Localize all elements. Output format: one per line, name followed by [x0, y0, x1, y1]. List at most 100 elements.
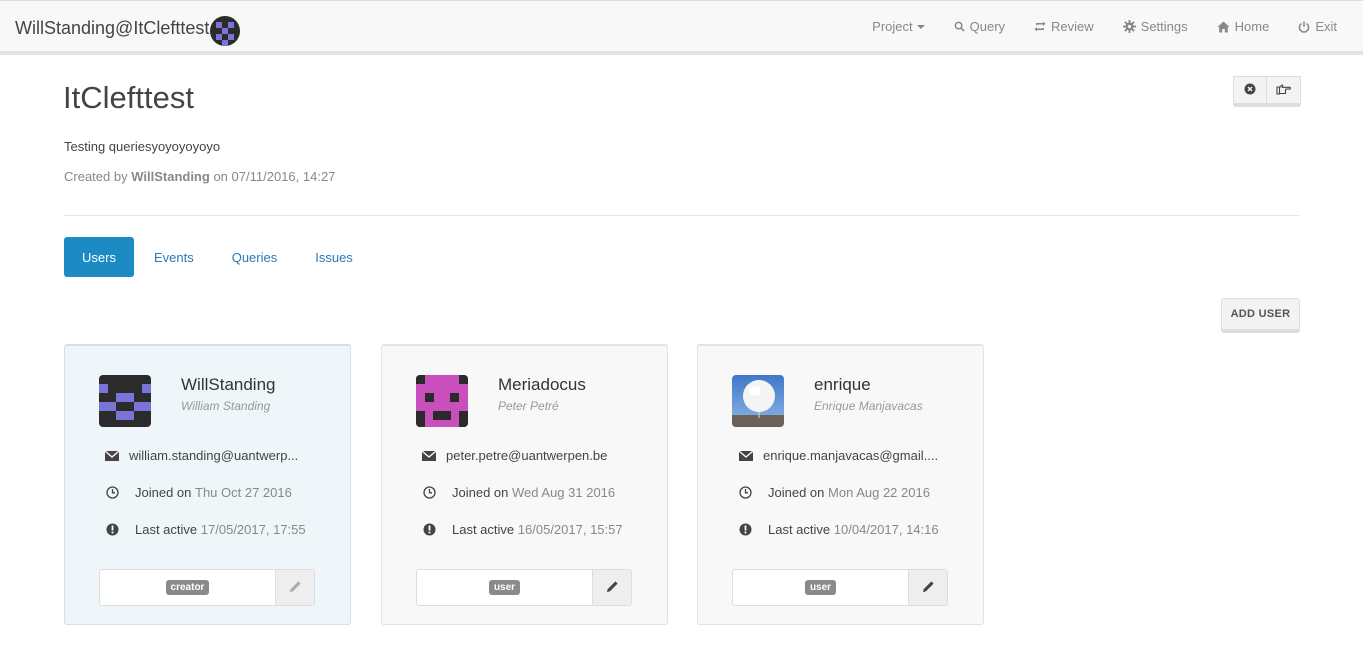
caret-down-icon: [916, 24, 925, 29]
email: peter.petre@uantwerpen.be: [446, 448, 608, 463]
nav-query[interactable]: Query: [954, 19, 1005, 34]
pencil-icon: [606, 580, 619, 596]
user-avatar[interactable]: [210, 16, 240, 46]
email: william.standing@uantwerp...: [129, 448, 299, 463]
nav-query-label: Query: [969, 19, 1006, 34]
avatar: [99, 375, 151, 427]
role-slot[interactable]: creator: [100, 570, 275, 605]
username: Meriadocus: [498, 375, 586, 394]
nav-project-label: Project: [872, 19, 913, 34]
edit-role-button[interactable]: [275, 570, 314, 605]
clock-icon: [738, 486, 752, 499]
last-active-label: Last active: [768, 522, 831, 537]
full-name: William Standing: [181, 399, 271, 413]
clock-icon: [422, 486, 436, 499]
nav-review-label: Review: [1051, 19, 1094, 34]
avatar: [732, 375, 784, 427]
avatar: [416, 375, 468, 427]
last-active-label: Last active: [452, 522, 515, 537]
tab-queries[interactable]: Queries: [214, 237, 296, 277]
project-actions: [1233, 76, 1301, 107]
nav-home-label: Home: [1234, 19, 1270, 34]
user-card: Meriadocus Peter Petré peter.petre@uantw…: [381, 344, 668, 625]
role-badge: creator: [165, 580, 210, 595]
remove-circle-icon: [1244, 83, 1256, 98]
role-selector: user: [416, 569, 632, 606]
nav-review[interactable]: Review: [1034, 19, 1094, 34]
exclamation-sign-icon: [105, 523, 119, 536]
page-title: ItClefttest: [63, 80, 194, 115]
add-user-button[interactable]: ADD USER: [1221, 298, 1300, 333]
exclamation-sign-icon: [738, 523, 752, 536]
envelope-icon: [422, 450, 436, 461]
role-slot[interactable]: user: [733, 570, 908, 605]
joined-label: Joined on: [768, 485, 825, 500]
hand-pointing-right-icon: [1276, 83, 1291, 98]
nav-project[interactable]: Project: [872, 19, 925, 34]
brand-title[interactable]: WillStanding@ItClefttest: [15, 18, 209, 39]
envelope-icon: [739, 450, 753, 461]
username: enrique: [814, 375, 871, 394]
joined-row: Joined on Wed Aug 31 2016: [422, 485, 615, 500]
nav-home[interactable]: Home: [1217, 19, 1270, 34]
home-icon: [1217, 21, 1230, 33]
nav-settings-label: Settings: [1140, 19, 1188, 34]
pencil-icon: [289, 580, 302, 596]
joined-label: Joined on: [135, 485, 192, 500]
created-by: WillStanding: [131, 169, 210, 184]
top-navbar: WillStanding@ItClefttest Project Query R…: [0, 0, 1363, 55]
divider: [64, 215, 1300, 216]
role-selector: user: [732, 569, 948, 606]
search-icon: [954, 21, 965, 32]
joined-date: Mon Aug 22 2016: [828, 485, 930, 500]
user-card: enrique Enrique Manjavacas enrique.manja…: [697, 344, 984, 625]
email-row: enrique.manjavacas@gmail....: [739, 448, 938, 463]
nav-settings[interactable]: Settings: [1122, 19, 1188, 34]
pencil-icon: [922, 580, 935, 596]
joined-row: Joined on Mon Aug 22 2016: [738, 485, 930, 500]
envelope-icon: [105, 450, 119, 461]
last-active-row: Last active 17/05/2017, 17:55: [105, 522, 306, 537]
nav-exit[interactable]: Exit: [1298, 19, 1337, 34]
edit-role-button[interactable]: [592, 570, 631, 605]
remove-project-button[interactable]: [1233, 76, 1267, 104]
last-active-date: 10/04/2017, 14:16: [833, 522, 939, 537]
last-active-date: 17/05/2017, 17:55: [200, 522, 306, 537]
full-name: Enrique Manjavacas: [814, 399, 923, 413]
exclamation-sign-icon: [422, 523, 436, 536]
email-row: william.standing@uantwerp...: [105, 448, 298, 463]
clock-icon: [105, 486, 119, 499]
tab-issues[interactable]: Issues: [297, 237, 371, 277]
gear-icon: [1122, 20, 1136, 33]
username: WillStanding: [181, 375, 276, 394]
tab-events[interactable]: Events: [136, 237, 212, 277]
created-prefix: Created by: [64, 169, 128, 184]
role-badge: user: [488, 580, 521, 595]
joined-row: Joined on Thu Oct 27 2016: [105, 485, 292, 500]
created-on: 07/11/2016, 14:27: [231, 169, 336, 184]
last-active-row: Last active 10/04/2017, 14:16: [738, 522, 939, 537]
point-right-button[interactable]: [1267, 76, 1301, 104]
project-created-info: Created by WillStanding on 07/11/2016, 1…: [64, 169, 335, 184]
last-active-label: Last active: [135, 522, 198, 537]
email-row: peter.petre@uantwerpen.be: [422, 448, 607, 463]
last-active-row: Last active 16/05/2017, 15:57: [422, 522, 623, 537]
project-tabs: Users Events Queries Issues: [64, 237, 373, 277]
role-slot[interactable]: user: [417, 570, 592, 605]
tab-users[interactable]: Users: [64, 237, 134, 277]
full-name: Peter Petré: [498, 399, 559, 413]
project-description: Testing queriesyoyoyoyoyo: [64, 139, 221, 154]
role-badge: user: [804, 580, 837, 595]
email: enrique.manjavacas@gmail....: [763, 448, 939, 463]
role-selector: creator: [99, 569, 315, 606]
created-on-prefix: on: [213, 169, 228, 184]
retweet-icon: [1034, 21, 1046, 32]
last-active-date: 16/05/2017, 15:57: [517, 522, 623, 537]
power-icon: [1298, 21, 1310, 33]
edit-role-button[interactable]: [908, 570, 947, 605]
nav-exit-label: Exit: [1315, 19, 1337, 34]
joined-date: Thu Oct 27 2016: [195, 485, 292, 500]
joined-date: Wed Aug 31 2016: [512, 485, 616, 500]
main-nav: Project Query Review Settings Home Exit: [843, 1, 1363, 52]
joined-label: Joined on: [452, 485, 509, 500]
